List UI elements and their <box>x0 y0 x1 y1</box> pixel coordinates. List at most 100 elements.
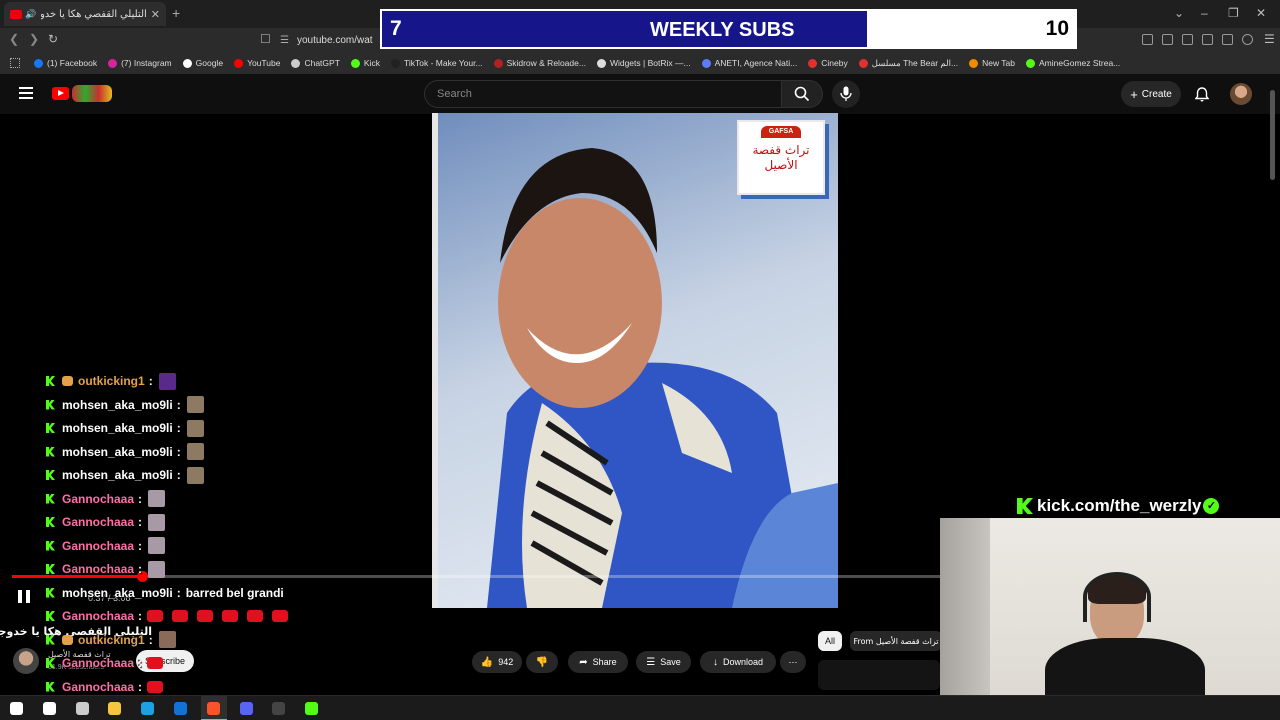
guide-menu-icon[interactable] <box>19 87 33 99</box>
discord-icon[interactable] <box>239 702 253 715</box>
reload-icon[interactable]: ↻ <box>48 32 58 46</box>
chat-username[interactable]: Gannochaaa <box>62 539 134 553</box>
like-count: 942 <box>498 657 514 667</box>
app-icon[interactable] <box>305 702 319 715</box>
chat-message: mohsen_aka_mo9li: <box>46 394 204 416</box>
kick-badge-icon <box>46 564 55 574</box>
minimize-icon[interactable]: – <box>1201 6 1208 20</box>
chat-message: Gannochaaa: <box>46 535 166 557</box>
share-button[interactable]: ➦ Share <box>568 651 628 673</box>
voice-search-button[interactable] <box>832 80 860 108</box>
subscriber-badge-icon <box>62 376 73 386</box>
bookmark-item[interactable]: ChatGPT <box>291 58 340 68</box>
forward-icon[interactable]: ❯ <box>29 32 39 46</box>
bookmark-item[interactable]: AmineGomez Strea... <box>1026 58 1120 68</box>
youtube-doodle[interactable] <box>72 85 112 102</box>
browser-tab[interactable]: 🔊 التليلي القفصي هكا يا خدوجة ✕ <box>4 2 166 26</box>
bookmark-item[interactable]: (1) Facebook <box>34 58 97 68</box>
channel-avatar[interactable] <box>13 648 39 674</box>
chat-username[interactable]: Gannochaaa <box>62 609 134 623</box>
bookmark-item[interactable]: Widgets | BotRix —... <box>596 58 691 68</box>
recommendation-placeholder <box>818 660 940 690</box>
shield-icon[interactable] <box>1242 34 1253 45</box>
account-avatar[interactable] <box>1230 83 1252 105</box>
menu-icon[interactable]: ☰ <box>1264 32 1275 46</box>
chat-username[interactable]: Gannochaaa <box>62 680 134 694</box>
chat-message: Gannochaaa: <box>46 488 166 510</box>
chat-username[interactable]: mohsen_aka_mo9li <box>62 398 173 412</box>
chat-username[interactable]: outkicking1 <box>78 633 145 647</box>
file-explorer-icon[interactable] <box>108 702 122 715</box>
filter-chip-from-channel[interactable]: From تراث قفصة الأصيل <box>850 631 942 651</box>
bookmark-item[interactable]: YouTube <box>234 58 280 68</box>
chat-username[interactable]: Gannochaaa <box>62 656 134 670</box>
chat-username[interactable]: outkicking1 <box>78 374 145 388</box>
bookmark-item[interactable]: Kick <box>350 58 380 68</box>
url-field[interactable]: ☰ youtube.com/wat <box>280 31 380 49</box>
bookmark-favicon-icon <box>808 58 818 68</box>
edge-icon[interactable] <box>141 702 155 715</box>
chat-username[interactable]: mohsen_aka_mo9li <box>62 586 173 600</box>
like-button[interactable]: 👍 942 <box>472 651 522 673</box>
maximize-icon[interactable]: ❐ <box>1228 6 1239 20</box>
subs-goal: 10 <box>1045 17 1069 40</box>
create-label: Create <box>1141 88 1172 100</box>
kick-badge-icon <box>46 470 55 480</box>
dislike-button[interactable]: 👎 <box>526 651 558 673</box>
music-icon[interactable] <box>1162 34 1173 45</box>
tab-close-icon[interactable]: ✕ <box>151 8 160 21</box>
bookmark-icon[interactable]: ☐ <box>260 32 271 46</box>
extension-icon[interactable] <box>1142 34 1153 45</box>
chat-emote-red <box>222 610 239 622</box>
chat-username[interactable]: Gannochaaa <box>62 562 134 576</box>
more-actions-button[interactable]: ⋯ <box>780 651 806 673</box>
bookmark-item[interactable]: مسلسل The Bear الم... <box>858 58 958 69</box>
task-view-icon[interactable] <box>75 702 89 715</box>
webcam-door <box>940 518 990 695</box>
chat-username[interactable]: mohsen_aka_mo9li <box>62 421 173 435</box>
new-tab-icon[interactable]: + <box>172 5 180 21</box>
youtube-logo-icon[interactable] <box>52 87 69 100</box>
create-button[interactable]: + Create <box>1121 81 1181 107</box>
save-label: Save <box>660 657 681 667</box>
back-icon[interactable]: ❮ <box>9 32 19 46</box>
site-info-icon[interactable]: ☰ <box>280 35 289 46</box>
bookmark-item[interactable]: Cineby <box>808 58 848 68</box>
bookmark-item[interactable]: ANETI, Agence Nati... <box>701 58 797 68</box>
bookmark-item[interactable]: Skidrow & Reloade... <box>493 58 586 68</box>
tab-search-icon[interactable]: ⌄ <box>1174 6 1184 20</box>
search-input[interactable]: Search <box>424 80 782 108</box>
search-icon[interactable] <box>42 702 56 715</box>
chat-username[interactable]: mohsen_aka_mo9li <box>62 468 173 482</box>
chat-username[interactable]: Gannochaaa <box>62 492 134 506</box>
apps-grid-icon[interactable] <box>10 58 20 68</box>
outlook-icon[interactable] <box>174 702 187 715</box>
search-button[interactable] <box>781 80 823 108</box>
bookmark-item[interactable]: New Tab <box>969 58 1015 68</box>
chat-username[interactable]: mohsen_aka_mo9li <box>62 445 173 459</box>
close-window-icon[interactable]: ✕ <box>1256 6 1266 20</box>
sidebar-icon[interactable] <box>1182 34 1193 45</box>
chat-separator: : <box>176 585 181 600</box>
chat-separator: : <box>176 444 181 459</box>
notifications-bell-icon[interactable] <box>1195 87 1209 102</box>
save-button[interactable]: ☰ Save <box>636 651 691 673</box>
bookmark-item[interactable]: (7) Instagram <box>108 58 172 68</box>
obs-icon[interactable] <box>272 702 286 715</box>
bookmark-item[interactable]: TikTok - Make Your... <box>390 58 483 68</box>
pause-button[interactable] <box>18 590 31 603</box>
speaker-icon[interactable]: 🔊 <box>25 9 36 20</box>
star-icon[interactable] <box>1222 34 1233 45</box>
filter-chip-all[interactable]: All <box>818 631 842 651</box>
wallet-icon[interactable] <box>1202 34 1213 45</box>
windows-start-icon[interactable] <box>10 702 23 715</box>
download-button[interactable]: ↓ Download <box>700 651 776 673</box>
chat-username[interactable]: Gannochaaa <box>62 515 134 529</box>
bookmark-item[interactable]: Google <box>182 58 223 68</box>
page-scrollbar[interactable] <box>1270 90 1275 180</box>
plus-icon: + <box>1130 86 1138 102</box>
chat-emote <box>186 443 204 460</box>
kick-badge-icon <box>46 446 55 457</box>
brave-icon[interactable] <box>206 702 220 715</box>
chat-message: Gannochaaa: <box>46 652 172 674</box>
